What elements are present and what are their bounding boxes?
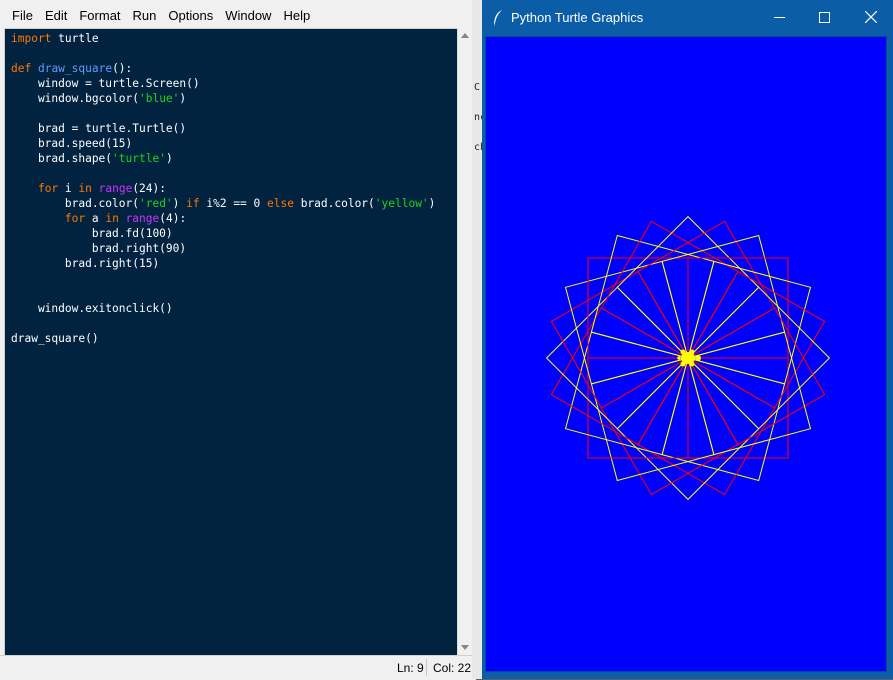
background-window-sliver: C nc ch [472,0,486,679]
menu-run[interactable]: Run [127,0,163,31]
menu-bar: File Edit Format Run Options Window Help [0,0,476,31]
code-editor[interactable]: import turtle def draw_square(): window … [4,28,458,657]
feather-icon [493,10,502,27]
status-column: Col: 22 [433,661,472,675]
menu-file[interactable]: File [6,0,39,31]
title-bar[interactable]: Python Turtle Graphics [482,0,893,35]
turtle-graphics-window: Python Turtle Graphics [482,0,893,679]
status-line: Ln: 9 [397,661,424,675]
behind-text: C [474,82,481,93]
close-button[interactable] [848,0,893,35]
menu-options[interactable]: Options [162,0,219,31]
code-text: import turtle def draw_square(): window … [11,32,436,345]
status-bar: Ln: 9 Col: 22 [0,655,476,680]
minimize-icon [774,17,785,18]
menu-edit[interactable]: Edit [39,0,73,31]
maximize-icon [819,12,830,23]
idle-editor-window: File Edit Format Run Options Window Help… [0,0,476,680]
turtle-drawing [545,215,831,501]
close-icon [865,11,877,23]
window-title: Python Turtle Graphics [511,10,644,25]
editor-vertical-scrollbar[interactable] [457,28,473,655]
scroll-down-arrow-icon[interactable] [461,645,469,650]
menu-help[interactable]: Help [277,0,316,31]
maximize-button[interactable] [802,0,848,35]
menu-format[interactable]: Format [73,0,126,31]
status-divider [426,659,427,676]
turtle-canvas[interactable] [485,36,887,672]
minimize-button[interactable] [756,0,802,35]
menu-window[interactable]: Window [219,0,277,31]
scroll-up-arrow-icon[interactable] [461,33,469,38]
